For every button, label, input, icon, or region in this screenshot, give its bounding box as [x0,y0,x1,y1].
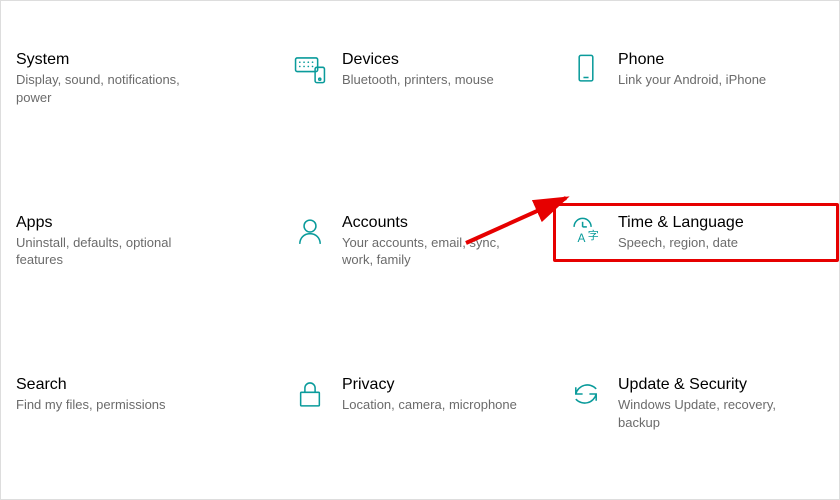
settings-title: Time & Language [618,214,744,232]
settings-subtitle: Display, sound, notifications, power [16,71,206,106]
settings-item-search[interactable]: Search Find my files, permissions [16,376,272,414]
settings-subtitle: Speech, region, date [618,234,744,252]
settings-title: Apps [16,214,206,232]
settings-subtitle: Location, camera, microphone [342,396,517,414]
settings-subtitle: Uninstall, defaults, optional features [16,234,206,269]
settings-item-privacy[interactable]: Privacy Location, camera, microphone [292,376,548,414]
time-language-icon: A字 [568,214,604,250]
settings-grid: System Display, sound, notifications, po… [1,1,839,499]
settings-item-phone[interactable]: Phone Link your Android, iPhone [568,51,824,89]
settings-item-apps[interactable]: Apps Uninstall, defaults, optional featu… [16,214,272,269]
settings-subtitle: Find my files, permissions [16,396,166,414]
settings-title: Privacy [342,376,517,394]
svg-text:A: A [578,231,586,245]
settings-item-system[interactable]: System Display, sound, notifications, po… [16,51,272,106]
keyboard-icon [292,51,328,87]
person-icon [292,214,328,250]
settings-item-accounts[interactable]: Accounts Your accounts, email, sync, wor… [292,214,548,269]
settings-title: Search [16,376,166,394]
settings-subtitle: Link your Android, iPhone [618,71,766,89]
settings-subtitle: Your accounts, email, sync, work, family [342,234,532,269]
settings-subtitle: Bluetooth, printers, mouse [342,71,494,89]
settings-item-time-language[interactable]: A字 Time & Language Speech, region, date [553,203,839,263]
settings-title: Update & Security [618,376,808,394]
settings-item-devices[interactable]: Devices Bluetooth, printers, mouse [292,51,548,89]
phone-icon [568,51,604,87]
settings-subtitle: Windows Update, recovery, backup [618,396,808,431]
settings-title: System [16,51,206,69]
settings-title: Accounts [342,214,532,232]
svg-text:字: 字 [588,227,599,241]
sync-icon [568,376,604,412]
lock-icon [292,376,328,412]
settings-title: Phone [618,51,766,69]
settings-item-update-security[interactable]: Update & Security Windows Update, recove… [568,376,824,431]
settings-title: Devices [342,51,494,69]
